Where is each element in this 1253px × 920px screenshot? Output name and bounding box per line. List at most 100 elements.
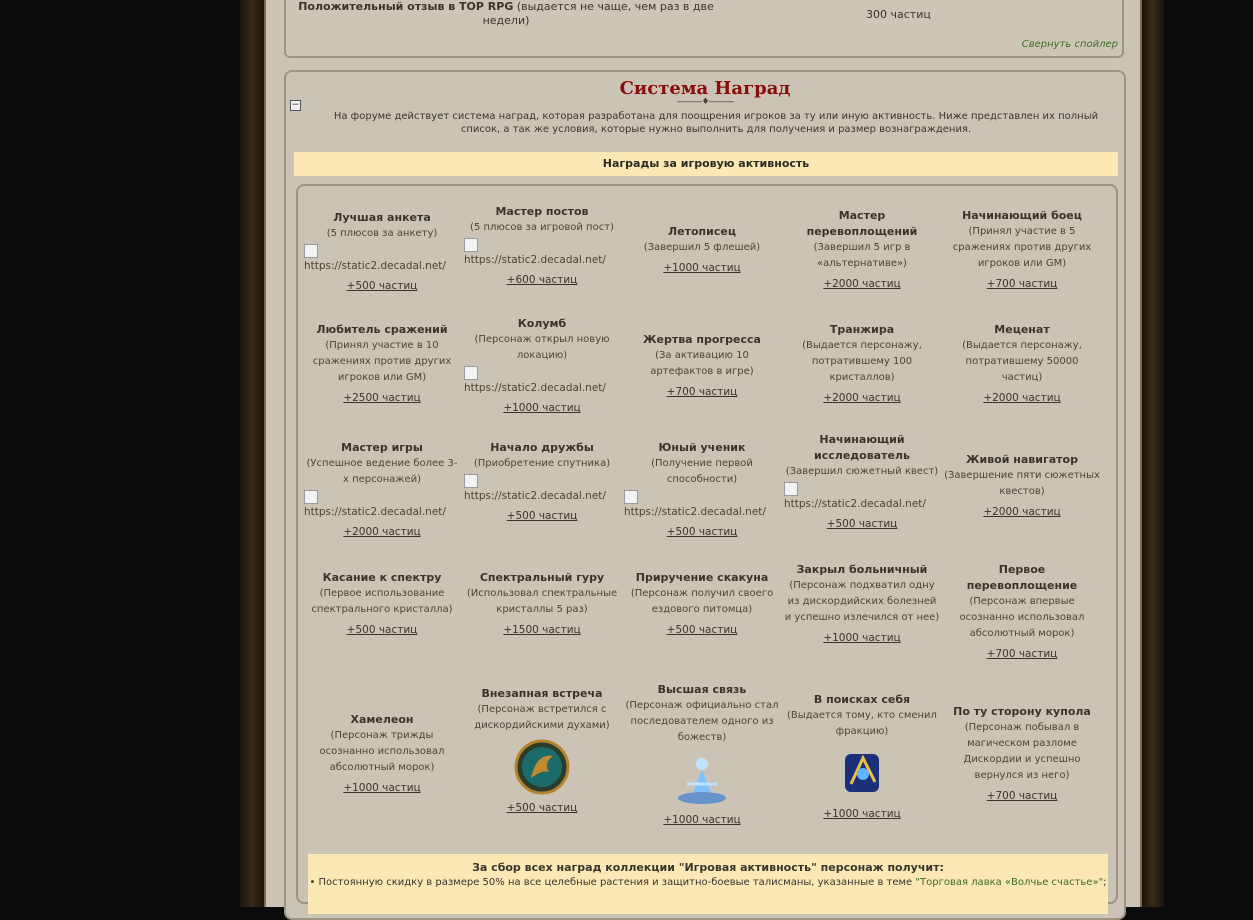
award-item: Колумб (Персонаж открыл новую локацию) htt…: [464, 316, 620, 416]
previous-spoiler: Положительный отзыв в TOP RPG (выдается …: [284, 0, 1124, 58]
award-item: Начинающий боец (Принял участие в 5 сраже…: [944, 208, 1100, 292]
award-reward: +600 частиц: [506, 274, 578, 286]
award-item: Мастер перевоплощений (Завершил 5 игр в «…: [784, 208, 940, 292]
award-reward: +500 частиц: [506, 510, 578, 522]
award-item: По ту сторону купола (Персонаж побывал в …: [944, 704, 1100, 804]
award-condition: (Завершил сюжетный квест): [785, 466, 939, 477]
award-name: Касание к спектру: [322, 571, 442, 584]
award-name: Внезапная встреча: [481, 687, 603, 700]
award-name: Живой навигатор: [966, 453, 1078, 466]
image-url-text: https://static2.decadal.net/: [304, 506, 446, 518]
top-reward-condition: (выдается не чаще, чем раз в две недели): [482, 0, 714, 27]
award-item: Закрыл больничный (Персонаж подхватил одн…: [784, 562, 940, 646]
award-reward: +1000 частиц: [343, 782, 421, 794]
award-condition: (Принял участие в 5 сражениях против дру…: [952, 226, 1092, 269]
award-reward: +500 частиц: [666, 526, 738, 538]
award-reward: +500 частиц: [506, 802, 578, 814]
left-frame: [240, 0, 264, 907]
image-url-text: https://static2.decadal.net/: [464, 254, 606, 266]
award-reward: +1500 частиц: [503, 624, 581, 636]
award-item: Касание к спектру (Первое использование с…: [304, 570, 460, 638]
image-url-text: https://static2.decadal.net/: [464, 382, 606, 394]
award-condition: (Использовал спектральные кристаллы 5 ра…: [466, 588, 618, 615]
award-reward: +2000 частиц: [823, 392, 901, 404]
award-condition: (Персонаж впервые осознанно использовал …: [959, 596, 1085, 639]
forum-post: Положительный отзыв в TOP RPG (выдается …: [264, 0, 1142, 920]
collection-bullet-text: • Постоянную скидку в размере 50% на все…: [309, 877, 913, 888]
award-item: Приручение скакуна (Персонаж получил свое…: [624, 570, 780, 638]
collapse-spoiler-link[interactable]: Свернуть спойлер: [1022, 39, 1118, 50]
broken-image-glyph: [784, 482, 798, 496]
award-condition: (Принял участие в 10 сражениях против др…: [312, 340, 452, 383]
award-name: Мастер постов: [495, 205, 589, 218]
award-reward: +500 частиц: [346, 624, 418, 636]
award-item: Начало дружбы (Приобретение спутника) http…: [464, 440, 620, 524]
awards-spoiler: − Система Наград -----------♦-----------…: [284, 70, 1126, 920]
award-name: Начинающий боец: [962, 209, 1082, 222]
award-item: Начинающий исследователь (Завершил сюжетн…: [784, 432, 940, 532]
award-name: Меценат: [994, 323, 1050, 336]
award-name: Мастер игры: [341, 441, 423, 454]
top-reward-title: Положительный отзыв в TOP RPG: [298, 0, 514, 13]
award-item: Высшая связь (Персонаж официально стал по…: [624, 682, 780, 828]
award-reward: +700 частиц: [986, 278, 1058, 290]
award-name: По ту сторону купола: [953, 705, 1091, 718]
spirit-medal-icon: [678, 758, 726, 804]
award-item: Меценат (Выдается персонажу, потратившему…: [944, 322, 1100, 406]
broken-image-icon: https://static2.decadal.net/: [304, 244, 460, 274]
broken-image-glyph: [304, 244, 318, 258]
broken-image-glyph: [624, 490, 638, 504]
award-reward: +700 частиц: [986, 790, 1058, 802]
award-item: Спектральный гуру (Использовал спектральн…: [464, 570, 620, 638]
award-item: Лучшая анкета (5 плюсов за анкету) https:/…: [304, 210, 460, 294]
award-name: Первое перевоплощение: [966, 563, 1078, 592]
image-url-text: https://static2.decadal.net/: [464, 490, 606, 502]
shop-link[interactable]: "Торговая лавка «Волчье счастье»": [915, 877, 1103, 888]
award-condition: (Получение первой способности): [651, 458, 753, 485]
award-item: Хамелеон (Персонаж трижды осознанно испол…: [304, 712, 460, 796]
award-name: Спектральный гуру: [479, 571, 605, 584]
award-condition: (Персонаж официально стал последователем…: [625, 700, 779, 743]
award-condition: (Персонаж получил своего ездового питомц…: [630, 588, 774, 615]
award-reward: +1000 частиц: [663, 814, 741, 826]
award-name: Лучшая анкета: [333, 211, 431, 224]
award-condition: (Завершил 5 флешей): [643, 242, 761, 253]
top-reward-label: Положительный отзыв в TOP RPG (выдается …: [296, 0, 716, 28]
award-reward: +2000 частиц: [983, 392, 1061, 404]
award-item: Юный ученик (Получение первой способности…: [624, 440, 780, 540]
award-condition: (Выдается персонажу, потратившему 50000 …: [962, 340, 1082, 383]
subsection-header: Награды за игровую активность: [294, 152, 1118, 176]
broken-image-icon: https://static2.decadal.net/: [624, 490, 780, 520]
award-reward: +500 частиц: [666, 624, 738, 636]
award-item: Жертва прогресса (За активацию 10 артефак…: [624, 332, 780, 400]
award-item: Внезапная встреча (Персонаж встретился с …: [464, 686, 620, 816]
award-condition: (Первое использование спектрального крис…: [311, 588, 453, 615]
award-condition: (Приобретение спутника): [473, 458, 611, 469]
collection-bonus: За сбор всех наград коллекции "Игровая а…: [308, 854, 1108, 914]
award-name: Транжира: [829, 323, 895, 336]
broken-image-glyph: [464, 238, 478, 252]
award-name: Мастер перевоплощений: [806, 209, 918, 238]
broken-image-icon: https://static2.decadal.net/: [464, 366, 620, 396]
award-reward: +2000 частиц: [343, 526, 421, 538]
award-reward: +2000 частиц: [983, 506, 1061, 518]
award-condition: (Персонаж открыл новую локацию): [474, 334, 610, 361]
award-reward: +700 частиц: [666, 386, 738, 398]
award-condition: (Персонаж подхватил одну из дискордийски…: [784, 580, 940, 623]
award-name: Жертва прогресса: [643, 333, 761, 346]
page-title: Система Наград: [619, 78, 791, 99]
award-condition: (Выдается персонажу, потратившему 100 кр…: [802, 340, 922, 383]
award-condition: (За активацию 10 артефактов в игре): [650, 350, 754, 377]
broken-image-icon: https://static2.decadal.net/: [784, 482, 940, 512]
award-reward: +1000 частиц: [823, 808, 901, 820]
award-name: Начинающий исследователь: [814, 433, 910, 462]
award-condition: (5 плюсов за анкету): [326, 228, 438, 239]
award-condition: (Персонаж встретился с дискордийскими ду…: [474, 704, 610, 731]
awards-grid: Лучшая анкета (5 плюсов за анкету) https:/…: [296, 184, 1118, 904]
image-url-text: https://static2.decadal.net/: [624, 506, 766, 518]
award-item: Транжира (Выдается персонажу, потратившем…: [784, 322, 940, 406]
right-frame: [1142, 0, 1164, 907]
intro-text: На форуме действует система наград, кото…: [333, 111, 1099, 135]
award-name: Колумб: [517, 317, 567, 330]
top-reward-value: 300 частиц: [866, 8, 931, 21]
